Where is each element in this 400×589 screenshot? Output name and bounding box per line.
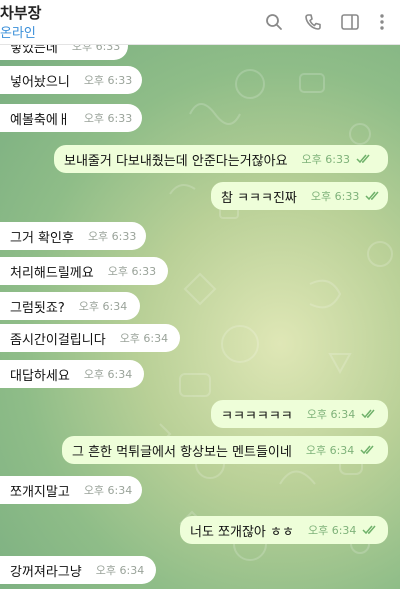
message-bubble-outgoing[interactable]: 참 ㅋㅋㅋ진짜 오후 6:33: [211, 182, 388, 210]
message-bubble-partial[interactable]: 넣었는데 오후 6:33: [0, 44, 128, 60]
message-bubble-incoming[interactable]: 좀시간이걸립니다 오후 6:34: [0, 324, 180, 352]
message-time: 오후 6:33: [83, 74, 133, 87]
message-text: 넣어놨으니: [10, 74, 70, 90]
message-bubble-incoming[interactable]: 그거 확인후 오후 6:33: [0, 222, 146, 250]
message-text: 참 ㅋㅋㅋ진짜: [221, 190, 297, 206]
read-checkmarks-icon: [360, 445, 376, 455]
online-status: 온라인: [0, 26, 36, 41]
message-time: 오후 6:34: [119, 332, 169, 345]
message-time: 오후 6:33: [83, 112, 133, 125]
phone-icon[interactable]: [301, 10, 325, 34]
read-checkmarks-icon: [361, 409, 377, 419]
message-time: 오후 6:33: [87, 230, 137, 243]
message-time: 오후 6:33: [71, 44, 121, 53]
message-time: 오후 6:34: [83, 484, 133, 497]
message-text: ㅋㅋㅋㅋㅋㅋ: [221, 408, 293, 424]
message-text: 대답하세요: [10, 368, 70, 384]
message-text: 보내줄거 다보내줬는데 안준다는거잖아요: [64, 153, 288, 169]
message-bubble-incoming[interactable]: 쪼개지말고 오후 6:34: [0, 476, 142, 504]
message-bubble-outgoing[interactable]: 그 흔한 먹튀글에서 항상보는 멘트들이네 오후 6:34: [62, 436, 388, 464]
message-text: 강꺼져라그냥: [10, 564, 82, 580]
message-bubble-incoming[interactable]: 처리해드릴께요 오후 6:33: [0, 257, 168, 285]
message-text: 그거 확인후: [10, 230, 74, 246]
message-time: 오후 6:34: [305, 444, 355, 457]
more-vertical-icon[interactable]: [370, 10, 394, 34]
message-text: 쪼개지말고: [10, 484, 70, 500]
message-time: 오후 6:33: [107, 265, 157, 278]
sidebar-toggle-icon[interactable]: [338, 10, 362, 34]
chat-header: 차부장 온라인: [0, 0, 400, 45]
message-text: 예볼축에ㅐ: [10, 112, 70, 128]
message-text: 그럼됫죠?: [10, 300, 65, 316]
message-time: 오후 6:33: [301, 153, 350, 166]
message-bubble-incoming[interactable]: 강꺼져라그냥 오후 6:34: [0, 556, 156, 584]
message-time: 오후 6:34: [306, 408, 356, 421]
read-checkmarks-icon: [365, 191, 381, 201]
message-time: 오후 6:34: [78, 300, 128, 313]
chat-title[interactable]: 차부장: [0, 2, 41, 23]
read-checkmarks-icon: [362, 525, 378, 535]
message-bubble-outgoing[interactable]: 보내줄거 다보내줬는데 안준다는거잖아요 오후 6:33: [54, 145, 388, 173]
message-bubble-incoming[interactable]: 그럼됫죠? 오후 6:34: [0, 292, 140, 320]
message-time: 오후 6:34: [95, 564, 145, 577]
message-text: 너도 쪼개잖아 ㅎㅎ: [190, 524, 294, 540]
message-time: 오후 6:34: [83, 368, 133, 381]
message-bubble-outgoing[interactable]: ㅋㅋㅋㅋㅋㅋ 오후 6:34: [211, 400, 388, 428]
message-time: 오후 6:34: [307, 524, 357, 537]
message-bubble-incoming[interactable]: 넣어놨으니 오후 6:33: [0, 66, 142, 94]
message-text: 그 흔한 먹튀글에서 항상보는 멘트들이네: [72, 444, 292, 460]
message-bubble-incoming[interactable]: 예볼축에ㅐ 오후 6:33: [0, 104, 142, 132]
message-text: 좀시간이걸립니다: [10, 332, 106, 348]
read-checkmarks-icon: [356, 154, 372, 164]
message-bubble-outgoing[interactable]: 너도 쪼개잖아 ㅎㅎ 오후 6:34: [180, 516, 388, 544]
chat-messages-area[interactable]: 넣었는데 오후 6:33 넣어놨으니 오후 6:33 예볼축에ㅐ 오후 6:33…: [0, 44, 400, 589]
message-bubble-incoming[interactable]: 대답하세요 오후 6:34: [0, 360, 144, 388]
message-time: 오후 6:33: [310, 190, 360, 203]
message-text: 처리해드릴께요: [10, 265, 94, 281]
search-icon[interactable]: [262, 10, 286, 34]
message-text: 넣었는데: [10, 44, 58, 56]
